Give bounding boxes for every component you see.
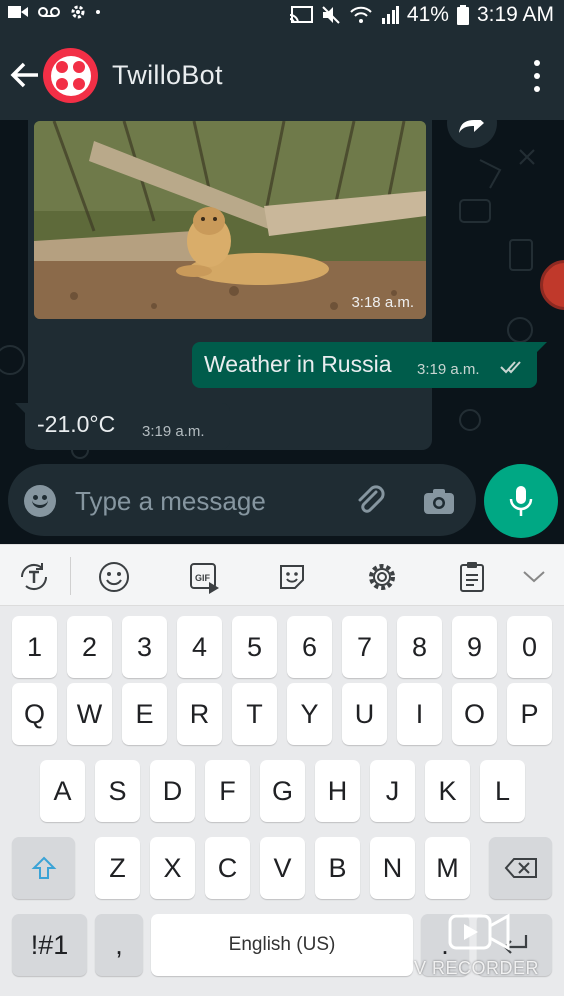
message-time: 3:18 a.m. bbox=[351, 294, 414, 311]
settings-gear-icon bbox=[71, 5, 85, 19]
key-2[interactable]: 2 bbox=[67, 616, 112, 678]
microphone-icon[interactable] bbox=[484, 464, 558, 538]
key-5[interactable]: 5 bbox=[232, 616, 277, 678]
key-t[interactable]: T bbox=[232, 683, 277, 745]
keyboard-toolbar: GIF bbox=[0, 544, 564, 606]
key-j[interactable]: J bbox=[370, 760, 415, 822]
more-options-icon[interactable] bbox=[532, 60, 542, 92]
chat-header: TwilloBot bbox=[0, 30, 564, 120]
svg-text:GIF: GIF bbox=[195, 573, 211, 583]
photo-image bbox=[34, 121, 426, 319]
signal-icon bbox=[381, 6, 399, 24]
backspace-key[interactable] bbox=[489, 837, 552, 899]
key-3[interactable]: 3 bbox=[122, 616, 167, 678]
clipboard-icon[interactable] bbox=[454, 559, 490, 595]
shift-icon bbox=[31, 856, 56, 879]
key-v[interactable]: V bbox=[260, 837, 305, 899]
key-4[interactable]: 4 bbox=[177, 616, 222, 678]
key-e[interactable]: E bbox=[122, 683, 167, 745]
key-d[interactable]: D bbox=[150, 760, 195, 822]
incoming-message[interactable]: -21.0°C 3:19 a.m. bbox=[15, 403, 230, 449]
key-f[interactable]: F bbox=[205, 760, 250, 822]
key-b[interactable]: B bbox=[315, 837, 360, 899]
key-q[interactable]: Q bbox=[12, 683, 57, 745]
key-m[interactable]: M bbox=[425, 837, 470, 899]
symbols-key[interactable]: !#1 bbox=[12, 914, 87, 976]
mute-icon bbox=[322, 6, 340, 24]
contact-name[interactable]: TwilloBot bbox=[112, 60, 223, 91]
key-r[interactable]: R bbox=[177, 683, 222, 745]
key-8[interactable]: 8 bbox=[397, 616, 442, 678]
collapse-chevron-icon[interactable] bbox=[516, 559, 552, 595]
key-l[interactable]: L bbox=[480, 760, 525, 822]
message-box[interactable] bbox=[8, 464, 476, 536]
key-z[interactable]: Z bbox=[95, 837, 140, 899]
space-bar[interactable]: English (US) bbox=[151, 914, 413, 976]
composer bbox=[0, 462, 564, 544]
gif-icon[interactable]: GIF bbox=[186, 559, 222, 595]
key-k[interactable]: K bbox=[425, 760, 470, 822]
emoji-icon[interactable] bbox=[96, 559, 132, 595]
key-p[interactable]: P bbox=[507, 683, 552, 745]
cast-icon bbox=[289, 6, 313, 24]
key-g[interactable]: G bbox=[260, 760, 305, 822]
recorder-watermark: V RECORDER bbox=[414, 906, 564, 978]
key-w[interactable]: W bbox=[67, 683, 112, 745]
back-arrow-icon[interactable] bbox=[8, 58, 42, 92]
comma-key[interactable]: , bbox=[95, 914, 143, 976]
video-icon bbox=[8, 6, 28, 18]
key-c[interactable]: C bbox=[205, 837, 250, 899]
key-n[interactable]: N bbox=[370, 837, 415, 899]
key-9[interactable]: 9 bbox=[452, 616, 497, 678]
message-time: 3:19 a.m. bbox=[417, 361, 480, 378]
lioness-photo[interactable]: 3:18 a.m. bbox=[34, 121, 426, 319]
text-translate-icon[interactable] bbox=[16, 559, 52, 595]
camera-icon[interactable] bbox=[422, 484, 456, 518]
image-message[interactable]: 3:18 a.m. bbox=[28, 120, 432, 450]
key-u[interactable]: U bbox=[342, 683, 387, 745]
avatar[interactable] bbox=[43, 48, 98, 103]
key-o[interactable]: O bbox=[452, 683, 497, 745]
wifi-icon bbox=[350, 6, 372, 23]
emoji-icon[interactable] bbox=[24, 485, 56, 517]
status-bar: 41% 3:19 AM bbox=[0, 0, 564, 30]
battery-percent: 41% bbox=[406, 3, 449, 26]
twilio-logo-icon bbox=[50, 55, 91, 96]
sticker-icon[interactable] bbox=[274, 559, 310, 595]
key-x[interactable]: X bbox=[150, 837, 195, 899]
key-h[interactable]: H bbox=[315, 760, 360, 822]
key-s[interactable]: S bbox=[95, 760, 140, 822]
message-text: -21.0°C bbox=[37, 411, 116, 437]
message-input[interactable] bbox=[75, 482, 335, 520]
video-recorder-icon bbox=[448, 913, 510, 951]
key-0[interactable]: 0 bbox=[507, 616, 552, 678]
watermark-text: V RECORDER bbox=[414, 958, 540, 978]
battery-icon bbox=[456, 5, 469, 25]
message-text: Weather in Russia bbox=[204, 351, 392, 377]
toolbar-divider bbox=[70, 557, 71, 595]
clock: 3:19 AM bbox=[476, 3, 554, 26]
key-1[interactable]: 1 bbox=[12, 616, 57, 678]
settings-icon[interactable] bbox=[364, 559, 400, 595]
outgoing-message[interactable]: Weather in Russia 3:19 a.m. bbox=[192, 342, 547, 388]
voicemail-icon bbox=[38, 7, 60, 17]
attach-icon[interactable] bbox=[354, 484, 388, 518]
key-6[interactable]: 6 bbox=[287, 616, 332, 678]
status-dot bbox=[96, 10, 100, 14]
key-y[interactable]: Y bbox=[287, 683, 332, 745]
message-time: 3:19 a.m. bbox=[142, 423, 205, 440]
key-i[interactable]: I bbox=[397, 683, 442, 745]
keyboard: 1 2 3 4 5 6 7 8 9 0 Q W E R T Y U I O P … bbox=[0, 606, 564, 996]
key-a[interactable]: A bbox=[40, 760, 85, 822]
backspace-icon bbox=[504, 858, 537, 878]
read-receipt-icon bbox=[500, 361, 521, 374]
shift-key[interactable] bbox=[12, 837, 75, 899]
key-7[interactable]: 7 bbox=[342, 616, 387, 678]
